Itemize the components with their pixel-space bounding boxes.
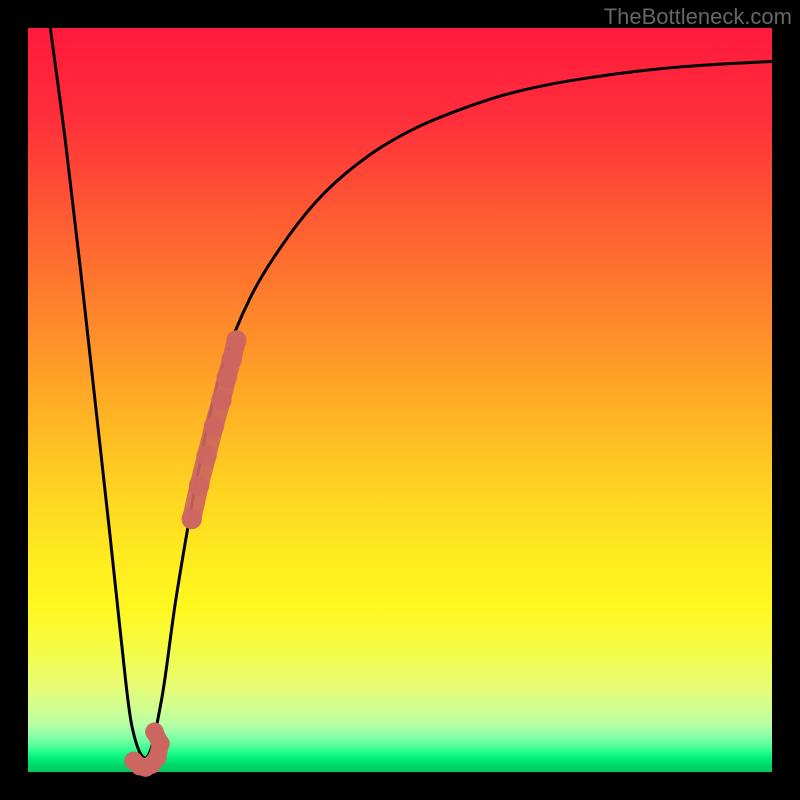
right-branch-accent-dot	[189, 475, 209, 495]
valley-accent-dot	[145, 722, 164, 741]
chart-frame: TheBottleneck.com	[0, 0, 800, 800]
right-branch-accent-dot	[196, 446, 216, 466]
right-branch-accent-dot	[211, 390, 231, 410]
right-branch-accent-dot	[181, 509, 201, 529]
right-branch-accent-dot	[222, 349, 242, 369]
right-branch-accent-dot	[204, 416, 224, 436]
right-branch-accent-dot	[216, 367, 236, 387]
bottleneck-curve	[50, 28, 772, 758]
curve-svg	[0, 0, 800, 800]
right-branch-accent-dot	[226, 330, 246, 350]
